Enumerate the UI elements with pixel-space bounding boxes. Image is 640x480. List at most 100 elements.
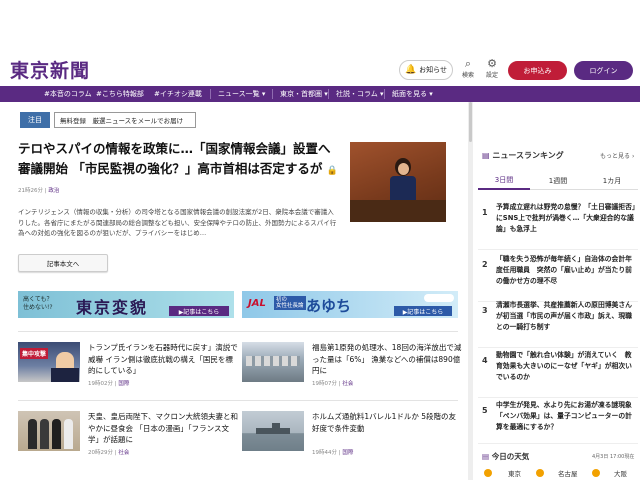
article-card[interactable]: 集中攻撃 トランプ氏イランを石器時代に戻す」演説で威嚇 イラン側は徹底抗戦の構え… [18,342,238,394]
jal-ayuchi-banner[interactable]: JAL 初の 女性社長論 あゆち ▶記事はこちら [242,291,458,318]
sun-icon [592,469,600,477]
ranking-title-text: 予算成立遅れは野党の怠慢？「土日審議拒否」にSNS上で批判が渦巻く…「大衆迎合的… [496,203,636,233]
search-label: 検索 [461,72,474,79]
section-divider [18,331,458,332]
article-badge: 集中攻撃 [20,348,49,359]
article-title: 天皇、皇后両陛下、マクロン大統領夫妻と和やかに昼食会 「日本の漫画」「フランス文… [88,412,238,444]
lead-headline[interactable]: テロやスパイの情報を政策に…「国家情報会議」設置へ審議開始 「市民監視の強化？」… [18,139,340,181]
ranking-title-text: 「職を失う恐怖が毎年続く」自治体の会計年度任用職員 突然の「雇い止め」が当たり前… [496,255,632,285]
jal-logo: JAL [248,298,266,309]
ranking-title-text: 動物園で「触れ合い体験」が消えていく 教育効果も大きいのにーなぜ「ヤギ」が相次い… [496,351,632,381]
article-category[interactable]: 社会 [342,381,353,387]
ranking-item[interactable]: 2 「職を失う恐怖が毎年続く」自治体の会計年度任用職員 突然の「雇い止め」が当た… [478,250,638,302]
tab-1week[interactable]: 1週間 [532,172,584,190]
free-register-link[interactable]: 無料登録 厳選ニュースをメールでお届け [54,112,196,128]
featured-tag: 注目 [20,112,50,128]
article-card[interactable]: 天皇、皇后両陛下、マクロン大統領夫妻と和やかに昼食会 「日本の漫画」「フランス文… [18,411,238,463]
tab-3days[interactable]: 3日間 [478,172,530,190]
nav-item-tokuhoubu[interactable]: #こちら特報部 [96,89,144,99]
chevron-right-icon: › [631,153,635,160]
ranking-more-label: もっと見る [600,153,631,160]
bell-icon: 🔔 [404,65,417,75]
lead-summary: インテリジェンス（情報の収集・分析）の司令塔となる国家情報会議の創設法案が2日、… [18,208,337,237]
gear-icon: ⚙ [487,57,497,70]
ranking-item[interactable]: 3 清瀬市長選挙、共産推薦新人の原田博美さんが初当選「市民の声が届く市政」訴え、… [478,296,638,348]
article-thumbnail: 集中攻撃 [18,342,80,382]
nav-item-news-list[interactable]: ニュース一覧 ▾ [218,89,265,99]
notice-label: お知らせ [419,66,448,74]
lead-photo[interactable] [350,142,446,222]
article-meta: 19時07分 | 社会 [312,381,354,387]
ranking-item[interactable]: 4 動物園で「触れ合い体験」が消えていく 教育効果も大きいのにーなぜ「ヤギ」が相… [478,346,638,398]
banner-right-cta: ▶記事はこちら [394,306,452,316]
article-card[interactable]: ホルムズ通航料1バレル1ドルか 5段階の友好度で条件変動 19時44分 | 国際 [242,411,462,463]
weather-city-tokyo[interactable]: 東京 [508,468,521,478]
lead-headline-text: テロやスパイの情報を政策に…「国家情報会議」設置へ審議開始 「市民監視の強化？」… [18,141,331,176]
ranking-number: 2 [482,260,488,269]
subscribe-button[interactable]: お申込み [508,61,567,80]
read-article-button[interactable]: 記事本文へ [18,254,108,272]
article-thumbnail [18,411,80,451]
tab-1month[interactable]: 1カ月 [586,172,638,190]
ranking-title-text: 清瀬市長選挙、共産推薦新人の原田博美さんが初当選「市民の声が届く市政」訴え、現職… [496,301,632,331]
weather-heading: ▤ 今日の天気 [482,451,529,462]
lead-time: 21時26分 [18,188,43,194]
site-header: 東京新聞 🔔 お知らせ ⌕ 検索 ⚙ 設定 お申込み ログイン [0,0,640,86]
airplane-icon [424,294,454,302]
podium [350,200,446,222]
section-divider [18,400,458,401]
nav-item-ichioshi[interactable]: #イチオシ連載 [154,89,202,99]
article-title: トランプ氏イランを石器時代に戻す」演説で威嚇 イラン側は徹底抗戦の構え「国民を標… [88,343,238,375]
notice-button[interactable]: 🔔 お知らせ [399,60,453,80]
sun-icon [536,469,544,477]
article-category[interactable]: 国際 [342,450,353,456]
sidebar: ▤ ニュースランキング もっと見る › 3日間 1週間 1カ月 1 予算成立遅れ… [474,102,640,480]
banner-right-sub: 初の 女性社長論 [274,296,306,310]
nav-item-honne[interactable]: #本音のコラム [44,89,92,99]
banner-left-cta: ▶記事はこちら [169,306,229,316]
ranking-number: 3 [482,306,488,315]
search-button[interactable]: ⌕ 検索 [458,57,478,80]
article-thumbnail [242,411,304,451]
weather-date: 4月3日 17:00現在 [592,454,635,460]
lead-meta: 21時26分 | 政治 [18,188,60,194]
main-nav: #本音のコラム #こちら特報部 #イチオシ連載 ニュース一覧 ▾ 東京・首都圏 … [0,86,640,102]
nav-item-paper[interactable]: 紙面を見る ▾ [392,89,433,99]
ranking-heading: ▤ ニュースランキング [482,150,564,161]
article-thumbnail [242,342,304,382]
nav-item-tokyo[interactable]: 東京・首都圏 ▾ [280,89,328,99]
weather-city-nagoya[interactable]: 名古屋 [558,468,578,478]
ranking-title-text: 中学生が発見、水より先にお湯が凍る謎現象「ペンバ効果」は、量子コンピューターの計… [496,401,632,431]
nav-divider [384,89,385,99]
article-time: 19時07分 [312,381,337,387]
article-meta: 20時29分 | 社会 [88,450,130,456]
ranking-item[interactable]: 5 中学生が発見、水より先にお湯が凍る謎現象「ペンバ効果」は、量子コンピューター… [478,396,638,444]
article-category[interactable]: 国際 [118,381,129,387]
tokyo-henbo-banner[interactable]: 高くても？ 住めない!? 東京変貌 ▶記事はこちら [18,291,234,318]
site-logo[interactable]: 東京新聞 [10,56,90,83]
banner-left-small: 高くても？ 住めない!? [23,296,53,311]
settings-label: 設定 [485,72,498,79]
nav-divider [328,89,329,99]
article-title: 福島第1原発の処理水、18回の海洋放出で減った量は「6%」 漁業などへの補償は8… [312,343,462,375]
settings-button[interactable]: ⚙ 設定 [482,57,502,80]
ranking-number: 5 [482,406,488,415]
article-time: 19時44分 [312,450,337,456]
banner-left-title: 東京変貌 [76,298,149,317]
ranking-title: ニュースランキング [492,151,564,160]
scrollbar[interactable] [468,102,473,480]
article-category[interactable]: 社会 [118,450,129,456]
weather-city-osaka[interactable]: 大阪 [614,468,627,478]
nav-item-editorial[interactable]: 社説・コラム ▾ [336,89,384,99]
nav-divider [272,89,273,99]
login-button[interactable]: ログイン [574,61,633,80]
weather-title: 今日の天気 [491,452,530,461]
scrollbar-thumb[interactable] [469,102,472,142]
lead-category[interactable]: 政治 [48,188,59,194]
ranking-more-link[interactable]: もっと見る › [600,151,634,160]
article-time: 19時02分 [88,381,113,387]
search-icon: ⌕ [464,57,472,70]
nav-divider [210,89,211,99]
ranking-item[interactable]: 1 予算成立遅れは野党の怠慢？「土日審議拒否」にSNS上で批判が渦巻く…「大衆迎… [478,198,638,250]
article-card[interactable]: 福島第1原発の処理水、18回の海洋放出で減った量は「6%」 漁業などへの補償は8… [242,342,462,394]
